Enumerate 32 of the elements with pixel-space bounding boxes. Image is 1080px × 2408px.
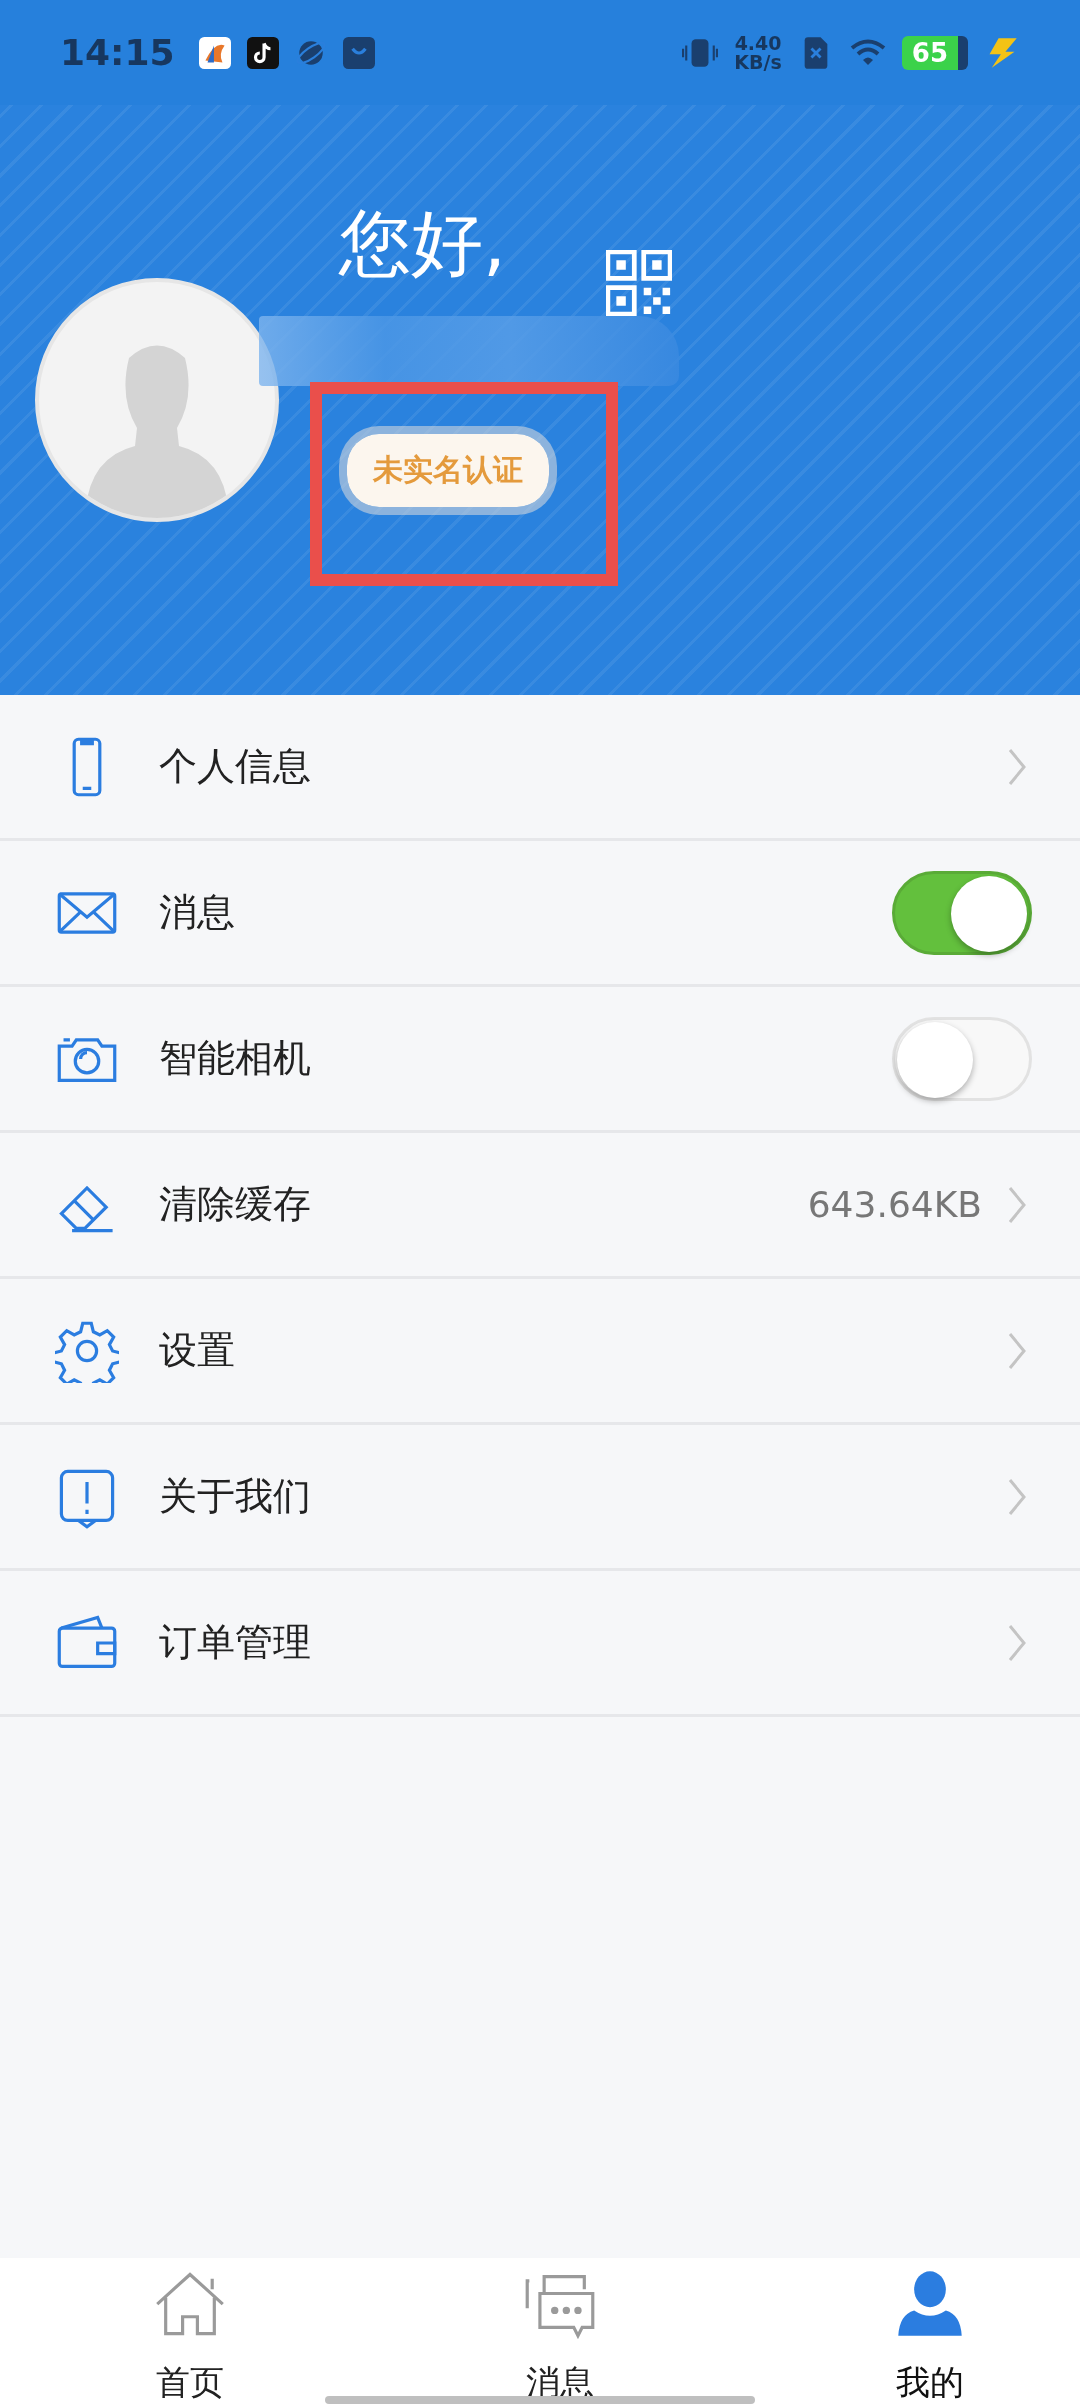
menu-label: 订单管理 [159, 1619, 311, 1666]
chevron-right-icon [1006, 1184, 1028, 1225]
cache-size: 643.64KB [807, 1184, 982, 1225]
greeting-text: 您好, [339, 200, 506, 287]
nav-tab[interactable]: 我的 [880, 2258, 980, 2408]
qr-code-icon[interactable] [605, 250, 672, 317]
chevron-right-icon [1006, 1330, 1028, 1371]
sailboat-icon [198, 36, 231, 69]
menu-item[interactable]: 设置 [0, 1279, 1080, 1425]
menu-item[interactable]: 关于我们 [0, 1425, 1080, 1571]
chevron-right-icon [1006, 1622, 1028, 1663]
network-unit: KB/s [734, 52, 782, 72]
bag-icon [342, 36, 375, 69]
menu-label: 个人信息 [159, 743, 311, 790]
chevron-right-icon [1006, 1476, 1028, 1517]
chevron-right-icon [1006, 746, 1028, 787]
network-speed: 4.40 [734, 33, 782, 53]
menu-item[interactable]: 智能相机 [0, 987, 1080, 1133]
menu-item[interactable]: 清除缓存 643.64KB [0, 1133, 1080, 1279]
menu-label: 消息 [159, 889, 235, 936]
menu-label: 清除缓存 [159, 1181, 311, 1228]
status-time: 14:15 [60, 32, 175, 73]
battery-level: 65 [901, 35, 968, 70]
music-note-icon [246, 36, 279, 69]
menu-item[interactable]: 订单管理 [0, 1571, 1080, 1717]
avatar[interactable] [35, 278, 279, 522]
menu-label: 关于我们 [159, 1473, 311, 1520]
menu-label: 设置 [159, 1327, 235, 1374]
menu-item[interactable]: 消息 [0, 841, 1080, 987]
menu-item[interactable]: 个人信息 [0, 695, 1080, 841]
nav-tab[interactable]: 首页 [140, 2258, 240, 2408]
menu-label: 智能相机 [159, 1035, 311, 1082]
